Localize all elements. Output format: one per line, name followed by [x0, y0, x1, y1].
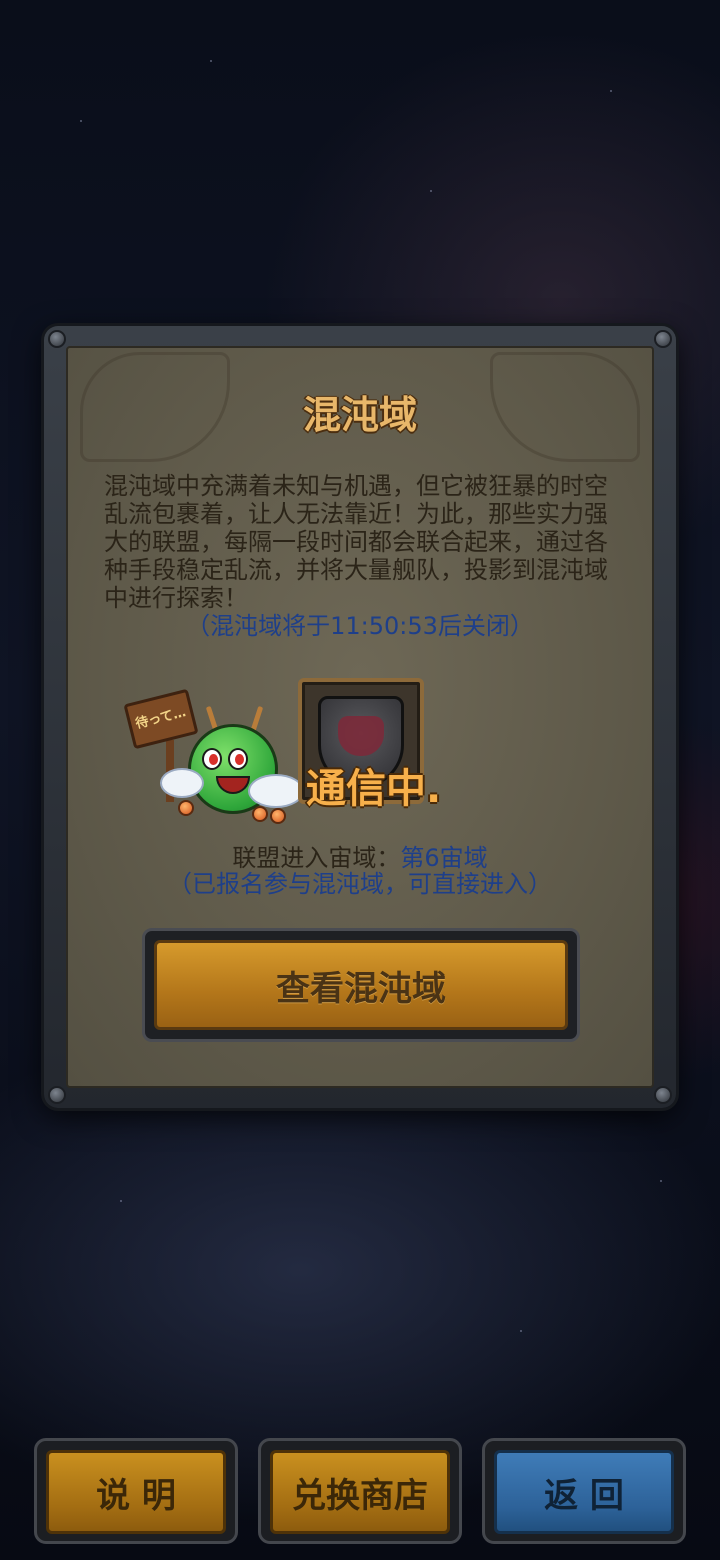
dialog-title: 混沌域	[302, 393, 417, 437]
orb	[178, 800, 194, 816]
star	[430, 190, 432, 192]
star	[120, 1200, 122, 1202]
close-countdown-notice: （混沌域将于11:50:53后关闭）	[186, 612, 534, 640]
frame-bolt	[48, 330, 66, 348]
frame-bolt	[654, 330, 672, 348]
mascot-pupil	[209, 754, 218, 765]
star	[610, 90, 612, 92]
orb	[252, 806, 268, 822]
star	[520, 1330, 522, 1332]
mascot-pupil	[235, 754, 244, 765]
frame-bolt	[48, 1086, 66, 1104]
enter-notice: （已报名参与混沌域，可直接进入）	[168, 870, 552, 898]
orb	[270, 808, 286, 824]
dialog-description: 混沌域中充满着未知与机遇，但它被狂暴的时空乱流包裹着，让人无法靠近！为此，那些实…	[104, 472, 608, 612]
star	[660, 1180, 662, 1182]
cloud	[160, 768, 204, 798]
star	[80, 120, 82, 122]
cloud	[248, 774, 304, 808]
back-button[interactable]: 返 回	[494, 1450, 674, 1534]
frame-bolt	[654, 1086, 672, 1104]
exchange-shop-button[interactable]: 兑换商店	[270, 1450, 450, 1534]
view-chaos-domain-button[interactable]: 查看混沌域	[154, 940, 568, 1030]
star	[210, 60, 212, 62]
communicating-status: 通信中.	[306, 766, 442, 812]
info-button[interactable]: 说 明	[46, 1450, 226, 1534]
beast-emblem-icon	[338, 716, 384, 756]
